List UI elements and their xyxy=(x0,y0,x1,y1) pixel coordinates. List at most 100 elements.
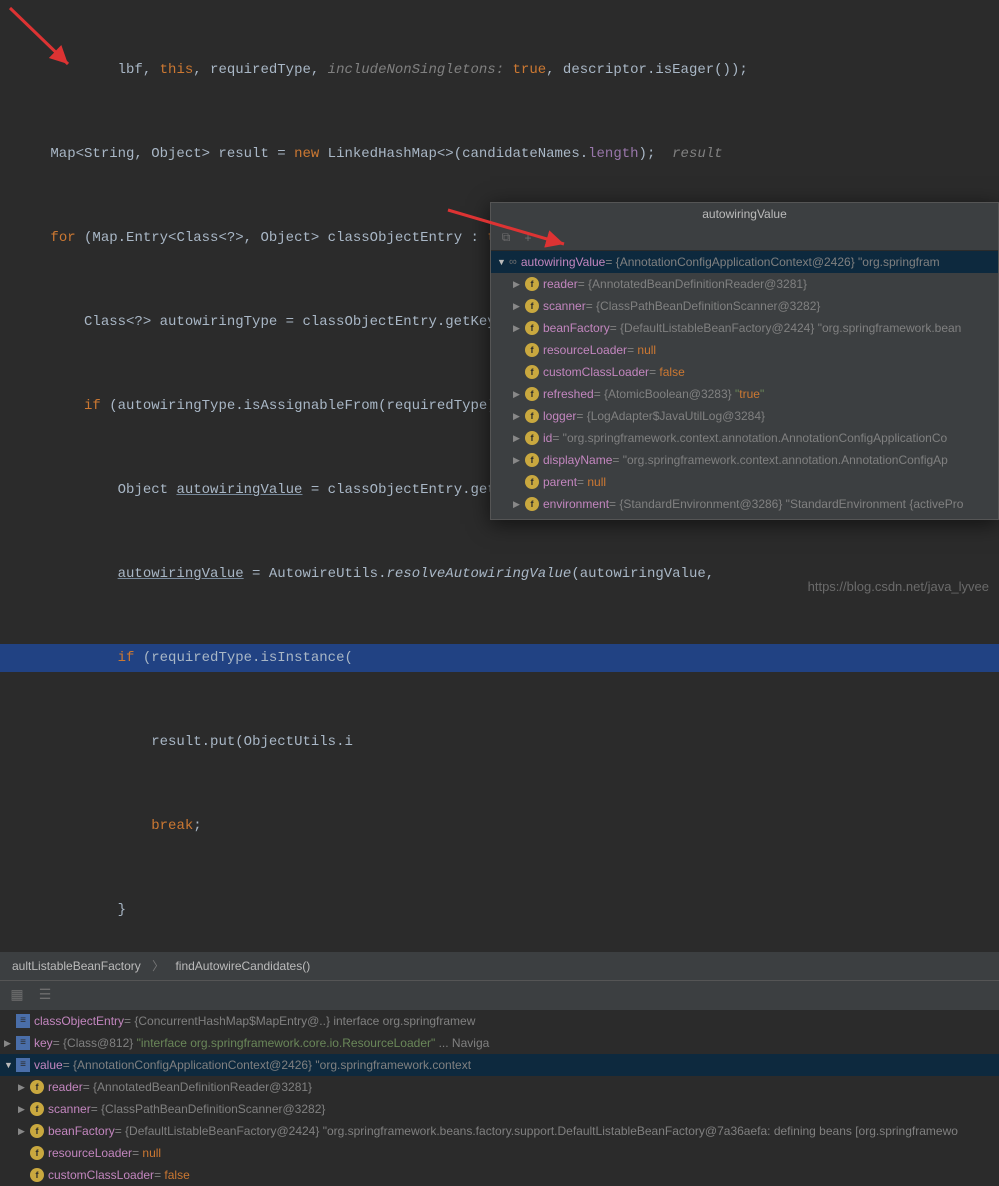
variable-row[interactable]: ▶ f scanner = {ClassPathBeanDefinitionSc… xyxy=(0,1098,999,1120)
variable-row[interactable]: f customClassLoader = false xyxy=(0,1164,999,1186)
var-name: resourceLoader xyxy=(543,340,627,360)
variables-panel[interactable]: ≡ classObjectEntry = {ConcurrentHashMap$… xyxy=(0,1010,999,1186)
var-name: id xyxy=(543,428,552,448)
spacer xyxy=(18,1165,30,1185)
variable-row[interactable]: ▶ ≡ key = {Class@812} "interface org.spr… xyxy=(0,1032,999,1054)
field-icon: f xyxy=(525,299,539,313)
variable-row[interactable]: ▶ f beanFactory = {DefaultListableBeanFa… xyxy=(0,1120,999,1142)
breadcrumb[interactable]: aultListableBeanFactory 〉 findAutowireCa… xyxy=(0,952,999,980)
var-name: customClassLoader xyxy=(48,1165,154,1185)
infinity-icon: ∞ xyxy=(509,252,517,272)
breadcrumb-class[interactable]: aultListableBeanFactory xyxy=(8,959,145,973)
chevron-right-icon[interactable]: ▶ xyxy=(513,494,525,514)
var-name: customClassLoader xyxy=(543,362,649,382)
field-icon: f xyxy=(525,343,539,357)
breadcrumb-method[interactable]: findAutowireCandidates() xyxy=(171,959,314,973)
current-line[interactable]: if (requiredType.isInstance( xyxy=(0,644,999,672)
variable-row[interactable]: ▼ ≡ value = {AnnotationConfigApplication… xyxy=(0,1054,999,1076)
tree-root[interactable]: ▼ ∞ autowiringValue = {AnnotationConfigA… xyxy=(491,251,998,273)
chevron-right-icon[interactable]: ▶ xyxy=(513,406,525,426)
field-icon: f xyxy=(30,1124,44,1138)
field-icon: f xyxy=(525,431,539,445)
chevron-down-icon[interactable]: ▼ xyxy=(497,252,509,272)
var-name: scanner xyxy=(48,1099,91,1119)
var-value: = {DefaultListableBeanFactory@2424} "org… xyxy=(115,1121,958,1141)
variable-row[interactable]: f resourceLoader = null xyxy=(0,1142,999,1164)
field-icon: f xyxy=(525,277,539,291)
var-value: = null xyxy=(627,340,656,360)
var-name: key xyxy=(34,1033,53,1053)
var-value: = false xyxy=(649,362,685,382)
var-value: = {StandardEnvironment@3286} "StandardEn… xyxy=(609,494,963,514)
var-name: scanner xyxy=(543,296,586,316)
chevron-down-icon[interactable]: ▼ xyxy=(4,1055,16,1075)
chevron-right-icon[interactable]: ▶ xyxy=(4,1033,16,1053)
list-icon[interactable]: ☰ xyxy=(34,985,56,1007)
var-name: reader xyxy=(48,1077,83,1097)
tree-row[interactable]: ▶ f logger = {LogAdapter$JavaUtilLog@328… xyxy=(491,405,998,427)
tree-row[interactable]: ▶ f environment = {StandardEnvironment@3… xyxy=(491,493,998,515)
spacer xyxy=(4,1011,16,1031)
tree-row[interactable]: ▶ f beanFactory = {DefaultListableBeanFa… xyxy=(491,317,998,339)
var-name: reader xyxy=(543,274,578,294)
var-name: logger xyxy=(543,406,576,426)
var-value: = {AnnotatedBeanDefinitionReader@3281} xyxy=(578,274,807,294)
tree-row[interactable]: f resourceLoader = null xyxy=(491,339,998,361)
chevron-right-icon[interactable]: ▶ xyxy=(513,318,525,338)
chevron-right-icon[interactable]: ▶ xyxy=(513,296,525,316)
tree-row[interactable]: f customClassLoader = false xyxy=(491,361,998,383)
var-value: = "org.springframework.context.annotatio… xyxy=(612,450,947,470)
code-line[interactable]: Map<String, Object> result = new LinkedH… xyxy=(0,140,999,168)
field-icon: f xyxy=(525,453,539,467)
tree-row[interactable]: ▶ f refreshed = {AtomicBoolean@3283} "tr… xyxy=(491,383,998,405)
evaluate-popup[interactable]: autowiringValue ⧉ + ▼ ∞ autowiringValue … xyxy=(490,202,999,520)
tree-row[interactable]: ▶ f scanner = {ClassPathBeanDefinitionSc… xyxy=(491,295,998,317)
code-line[interactable]: } xyxy=(0,896,999,924)
debugger-toolbar: ▦ ☰ xyxy=(0,980,999,1010)
var-value: = null xyxy=(577,472,606,492)
variable-row[interactable]: ▶ f reader = {AnnotatedBeanDefinitionRea… xyxy=(0,1076,999,1098)
spacer xyxy=(18,1143,30,1163)
var-value: = {AnnotationConfigApplicationContext@24… xyxy=(605,252,939,272)
tree-row[interactable]: ▶ f id = "org.springframework.context.an… xyxy=(491,427,998,449)
field-icon: f xyxy=(30,1080,44,1094)
var-name: displayName xyxy=(543,450,612,470)
chevron-right-icon[interactable]: ▶ xyxy=(18,1121,30,1141)
chevron-right-icon[interactable]: ▶ xyxy=(513,428,525,448)
var-name: parent xyxy=(543,472,577,492)
field-icon: f xyxy=(30,1168,44,1182)
copy-icon[interactable]: ⧉ xyxy=(497,229,515,247)
var-value: = false xyxy=(154,1165,190,1185)
field-icon: f xyxy=(525,475,539,489)
code-line[interactable]: break; xyxy=(0,812,999,840)
var-name: beanFactory xyxy=(48,1121,115,1141)
field-icon: f xyxy=(525,409,539,423)
chevron-right-icon[interactable]: ▶ xyxy=(513,450,525,470)
code-line[interactable]: lbf, this, requiredType, includeNonSingl… xyxy=(0,56,999,84)
chevron-right-icon[interactable]: ▶ xyxy=(18,1099,30,1119)
tree-row[interactable]: ▶ f displayName = "org.springframework.c… xyxy=(491,449,998,471)
var-name: resourceLoader xyxy=(48,1143,132,1163)
popup-tree[interactable]: ▼ ∞ autowiringValue = {AnnotationConfigA… xyxy=(491,251,998,519)
chevron-right-icon: 〉 xyxy=(148,959,168,973)
var-name: beanFactory xyxy=(543,318,610,338)
chevron-right-icon[interactable]: ▶ xyxy=(513,384,525,404)
var-value: = {AtomicBoolean@3283} "true" xyxy=(594,384,765,404)
spacer xyxy=(513,340,525,360)
tree-row[interactable]: ▶ f reader = {AnnotatedBeanDefinitionRea… xyxy=(491,273,998,295)
variable-icon: ≡ xyxy=(16,1036,30,1050)
add-watch-icon[interactable]: + xyxy=(519,229,537,247)
var-name: classObjectEntry xyxy=(34,1011,124,1031)
code-line[interactable]: result.put(ObjectUtils.i xyxy=(0,728,999,756)
chevron-right-icon[interactable]: ▶ xyxy=(513,274,525,294)
var-name: value xyxy=(34,1055,63,1075)
watermark: https://blog.csdn.net/java_lyvee xyxy=(808,579,989,594)
chevron-right-icon[interactable]: ▶ xyxy=(18,1077,30,1097)
field-icon: f xyxy=(525,497,539,511)
var-value: = {LogAdapter$JavaUtilLog@3284} xyxy=(576,406,765,426)
tree-row[interactable]: f parent = null xyxy=(491,471,998,493)
field-icon: f xyxy=(525,387,539,401)
grid-icon[interactable]: ▦ xyxy=(6,985,28,1007)
field-icon: f xyxy=(525,321,539,335)
variable-row[interactable]: ≡ classObjectEntry = {ConcurrentHashMap$… xyxy=(0,1010,999,1032)
